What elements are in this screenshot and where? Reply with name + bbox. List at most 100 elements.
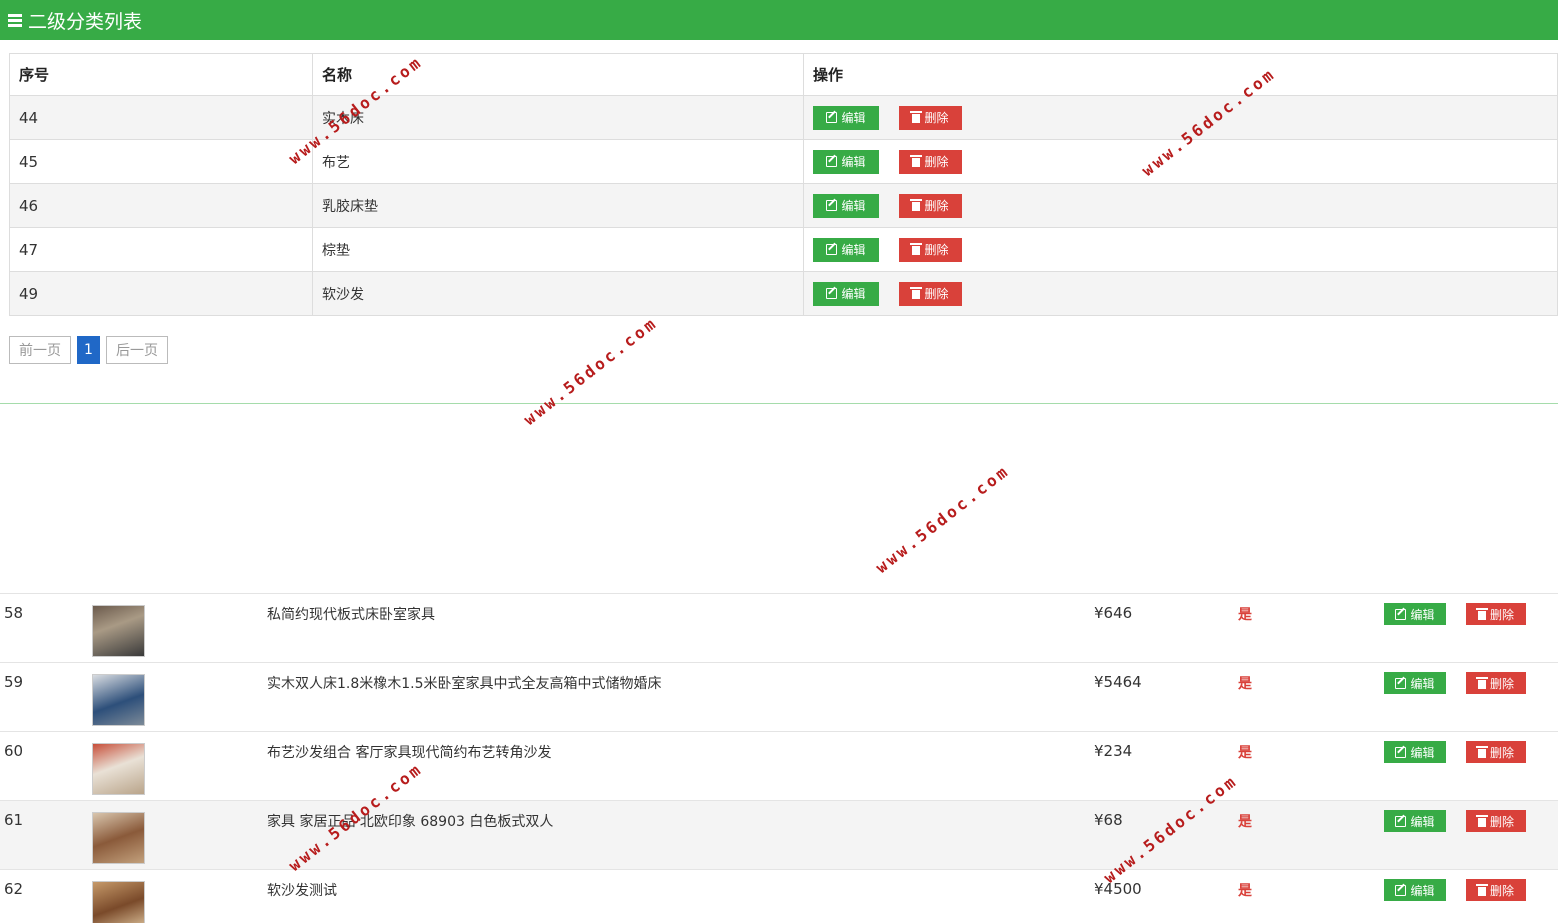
delete-button[interactable]: 删除 (899, 105, 962, 130)
row-name: 实木床 (312, 95, 804, 140)
recommend-flag: 是 (1238, 814, 1252, 830)
product-thumbnail (92, 881, 145, 923)
row-id: 45 (9, 139, 313, 184)
product-name: 软沙发测试 (267, 883, 337, 899)
next-page-button[interactable]: 后一页 (106, 336, 168, 364)
pagination: 前一页 1 后一页 (9, 336, 168, 364)
table-row: 44 实木床 编辑 删除 (9, 95, 1558, 140)
row-id: 47 (9, 227, 313, 272)
edit-icon (826, 244, 838, 255)
recommend-flag: 是 (1238, 676, 1252, 692)
delete-button[interactable]: 删除 (1466, 603, 1526, 625)
edit-button[interactable]: 编辑 (813, 105, 879, 130)
product-price: ¥4500 (1094, 880, 1142, 898)
product-thumbnail (92, 812, 145, 864)
row-id: 49 (9, 271, 313, 316)
trash-icon (910, 111, 923, 123)
trash-icon (910, 243, 923, 255)
list-item: 62 软沙发测试 ¥4500 是 编辑 删除 (0, 869, 1558, 923)
delete-button[interactable]: 删除 (1466, 810, 1526, 832)
page-1-button[interactable]: 1 (77, 336, 100, 364)
edit-icon (826, 112, 838, 123)
list-item: 61 家具 家居正品 北欧印象 68903 白色板式双人 ¥68 是 编辑 删除 (0, 800, 1558, 869)
list-item: 59 实木双人床1.8米橡木1.5米卧室家具中式全友高箱中式储物婚床 ¥5464 是 编… (0, 662, 1558, 731)
product-id: 62 (4, 880, 24, 898)
edit-icon (826, 156, 838, 167)
recommend-flag: 是 (1238, 745, 1252, 761)
divider (0, 403, 1558, 404)
trash-icon (1475, 883, 1488, 896)
edit-icon (1395, 677, 1407, 689)
table-row: 49 软沙发 编辑 删除 (9, 271, 1558, 316)
product-name: 实木双人床1.8米橡木1.5米卧室家具中式全友高箱中式储物婚床 (267, 676, 662, 692)
column-header-actions: 操作 (803, 53, 1558, 96)
product-thumbnail (92, 674, 145, 726)
delete-button[interactable]: 删除 (899, 237, 962, 262)
panel-title: 二级分类列表 (28, 10, 143, 33)
edit-button[interactable]: 编辑 (813, 193, 879, 218)
edit-icon (1395, 815, 1407, 827)
recommend-flag: 是 (1238, 883, 1252, 899)
recommend-flag: 是 (1238, 607, 1252, 623)
delete-button[interactable]: 删除 (899, 149, 962, 174)
trash-icon (1475, 676, 1488, 689)
row-id: 44 (9, 95, 313, 140)
product-id: 61 (4, 811, 24, 829)
table-row: 47 棕垫 编辑 删除 (9, 227, 1558, 272)
delete-button[interactable]: 删除 (1466, 672, 1526, 694)
edit-icon (826, 288, 838, 299)
page: 二级分类列表 序号 名称 操作 44 实木床 编辑 删除 45 布艺 编辑 删除 46 乳胶床垫编… (0, 0, 1558, 923)
edit-button[interactable]: 编辑 (1384, 741, 1446, 763)
edit-icon (1395, 608, 1407, 620)
row-id: 46 (9, 183, 313, 228)
edit-button[interactable]: 编辑 (813, 281, 879, 306)
row-actions: 编辑 删除 (803, 227, 1558, 272)
product-price: ¥5464 (1094, 673, 1142, 691)
row-name: 乳胶床垫 (312, 183, 804, 228)
row-name: 布艺 (312, 139, 804, 184)
table-row: 45 布艺 编辑 删除 (9, 139, 1558, 184)
trash-icon (910, 199, 923, 211)
list-item: 60 布艺沙发组合 客厅家具现代简约布艺转角沙发 ¥234 是 编辑 删除 (0, 731, 1558, 800)
product-thumbnail (92, 743, 145, 795)
delete-button[interactable]: 删除 (899, 281, 962, 306)
product-name: 布艺沙发组合 客厅家具现代简约布艺转角沙发 (267, 745, 552, 761)
product-id: 59 (4, 673, 24, 691)
table-row: 46 乳胶床垫 编辑 删除 (9, 183, 1558, 228)
edit-button[interactable]: 编辑 (1384, 672, 1446, 694)
delete-button[interactable]: 删除 (1466, 741, 1526, 763)
panel-header: 二级分类列表 (0, 0, 1558, 40)
row-actions: 编辑 删除 (803, 183, 1558, 228)
edit-button[interactable]: 编辑 (1384, 810, 1446, 832)
product-thumbnail (92, 605, 145, 657)
column-header-id: 序号 (9, 53, 313, 96)
menu-icon (8, 12, 22, 29)
product-price: ¥646 (1094, 604, 1133, 622)
trash-icon (910, 287, 923, 299)
edit-icon (826, 200, 838, 211)
product-price: ¥68 (1094, 811, 1123, 829)
row-name: 棕垫 (312, 227, 804, 272)
product-id: 58 (4, 604, 24, 622)
trash-icon (910, 155, 923, 167)
trash-icon (1475, 607, 1488, 620)
trash-icon (1475, 745, 1488, 758)
edit-icon (1395, 884, 1407, 896)
row-name: 软沙发 (312, 271, 804, 316)
delete-button[interactable]: 删除 (899, 193, 962, 218)
edit-button[interactable]: 编辑 (813, 149, 879, 174)
delete-button[interactable]: 删除 (1466, 879, 1526, 901)
list-item: 58 私简约现代板式床卧室家具 ¥646 是 编辑 删除 (0, 593, 1558, 662)
trash-icon (1475, 814, 1488, 827)
product-price: ¥234 (1094, 742, 1133, 760)
edit-button[interactable]: 编辑 (1384, 879, 1446, 901)
row-actions: 编辑 删除 (803, 271, 1558, 316)
prev-page-button[interactable]: 前一页 (9, 336, 71, 364)
watermark: www.56doc.com (872, 460, 1014, 577)
category-table: 序号 名称 操作 44 实木床 编辑 删除 45 布艺 编辑 删除 46 乳胶床垫 编辑 删除 47 棕垫… (9, 53, 1558, 316)
edit-icon (1395, 746, 1407, 758)
edit-button[interactable]: 编辑 (813, 237, 879, 262)
edit-button[interactable]: 编辑 (1384, 603, 1446, 625)
watermark: www.56doc.com (520, 312, 662, 429)
product-name: 家具 家居正品 北欧印象 68903 白色板式双人 (267, 814, 554, 830)
